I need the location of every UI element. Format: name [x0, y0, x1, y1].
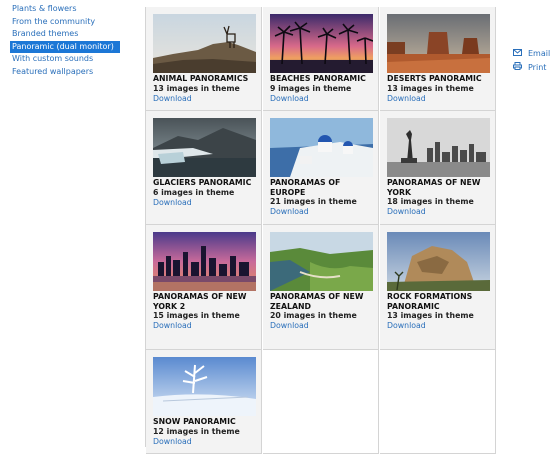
theme-card: PANORAMAS OF NEW ZEALAND 20 images in th…: [263, 225, 379, 350]
theme-thumbnail-deserts[interactable]: [387, 14, 490, 73]
theme-card: PANORAMAS OF NEW YORK 18 images in theme…: [380, 111, 496, 225]
download-link[interactable]: Download: [153, 94, 259, 104]
theme-title: SNOW PANORAMIC: [153, 417, 236, 426]
theme-image-count: 18 images in theme: [387, 197, 474, 206]
printer-icon: [513, 62, 528, 72]
theme-thumbnail-new-zealand[interactable]: [270, 232, 373, 291]
theme-image-count: 6 images in theme: [153, 187, 235, 197]
download-link[interactable]: Download: [387, 207, 493, 217]
theme-title: PANORAMAS OF NEW YORK 2: [153, 292, 247, 311]
theme-card: PANORAMAS OF NEW YORK 2 15 images in the…: [146, 225, 262, 350]
print-button[interactable]: Print: [513, 60, 550, 74]
theme-title: ROCK FORMATIONS PANORAMIC: [387, 292, 473, 311]
sidebar-item-panoramic[interactable]: Panoramic (dual monitor): [10, 40, 120, 53]
theme-image-count: 15 images in theme: [153, 311, 240, 320]
theme-thumbnail-new-york[interactable]: [387, 118, 490, 177]
theme-title: BEACHES PANORAMIC: [270, 74, 366, 83]
email-label: Email: [528, 48, 551, 58]
sidebar-item-featured-wallpapers[interactable]: Featured wallpapers: [10, 66, 120, 79]
empty-cell: [380, 350, 496, 454]
theme-card: SNOW PANORAMIC 12 images in theme Downlo…: [146, 350, 262, 454]
theme-thumbnail-glaciers[interactable]: [153, 118, 256, 177]
theme-card: ROCK FORMATIONS PANORAMIC 13 images in t…: [380, 225, 496, 350]
download-link[interactable]: Download: [153, 198, 259, 208]
print-label: Print: [528, 62, 547, 72]
theme-grid: ANIMAL PANORAMICS 13 images in theme Dow…: [145, 7, 497, 454]
sidebar-item-from-community[interactable]: From the community: [10, 16, 120, 29]
theme-title: PANORAMAS OF NEW ZEALAND: [270, 292, 364, 311]
theme-card: ANIMAL PANORAMICS 13 images in theme Dow…: [146, 7, 262, 111]
theme-card: DESERTS PANORAMIC 13 images in theme Dow…: [380, 7, 496, 111]
download-link[interactable]: Download: [270, 321, 376, 331]
share-actions: Email Print: [513, 46, 550, 74]
theme-image-count: 21 images in theme: [270, 197, 357, 206]
sidebar-item-branded-themes[interactable]: Branded themes: [10, 28, 120, 41]
theme-thumbnail-europe[interactable]: [270, 118, 373, 177]
theme-thumbnail-snow[interactable]: [153, 357, 256, 416]
theme-title: ANIMAL PANORAMICS: [153, 74, 249, 83]
theme-image-count: 12 images in theme: [153, 426, 240, 436]
theme-image-count: 13 images in theme: [387, 311, 474, 320]
theme-thumbnail-new-york-2[interactable]: [153, 232, 256, 291]
sidebar-nav: Plants & flowers From the community Bran…: [10, 3, 120, 78]
theme-thumbnail-beaches[interactable]: [270, 14, 373, 73]
email-button[interactable]: Email: [513, 46, 550, 60]
theme-thumbnail-animal[interactable]: [153, 14, 256, 73]
theme-title: PANORAMAS OF EUROPE: [270, 178, 341, 197]
download-link[interactable]: Download: [270, 94, 376, 104]
theme-card: PANORAMAS OF EUROPE 21 images in theme D…: [263, 111, 379, 225]
download-link[interactable]: Download: [387, 94, 493, 104]
theme-image-count: 13 images in theme: [387, 83, 474, 93]
theme-image-count: 13 images in theme: [153, 83, 240, 93]
theme-image-count: 20 images in theme: [270, 311, 357, 320]
download-link[interactable]: Download: [153, 437, 259, 447]
download-link[interactable]: Download: [153, 321, 259, 331]
download-link[interactable]: Download: [270, 207, 376, 217]
theme-title: PANORAMAS OF NEW YORK: [387, 178, 481, 197]
theme-image-count: 9 images in theme: [270, 83, 352, 93]
theme-title: GLACIERS PANORAMIC: [153, 178, 252, 187]
download-link[interactable]: Download: [387, 321, 493, 331]
sidebar-item-custom-sounds[interactable]: With custom sounds: [10, 53, 120, 66]
theme-card: GLACIERS PANORAMIC 6 images in theme Dow…: [146, 111, 262, 225]
empty-cell: [263, 350, 379, 454]
theme-title: DESERTS PANORAMIC: [387, 74, 482, 83]
theme-thumbnail-rock-formations[interactable]: [387, 232, 490, 291]
email-icon: [513, 48, 528, 58]
theme-card: BEACHES PANORAMIC 9 images in theme Down…: [263, 7, 379, 111]
sidebar-item-plants-flowers[interactable]: Plants & flowers: [10, 3, 120, 16]
